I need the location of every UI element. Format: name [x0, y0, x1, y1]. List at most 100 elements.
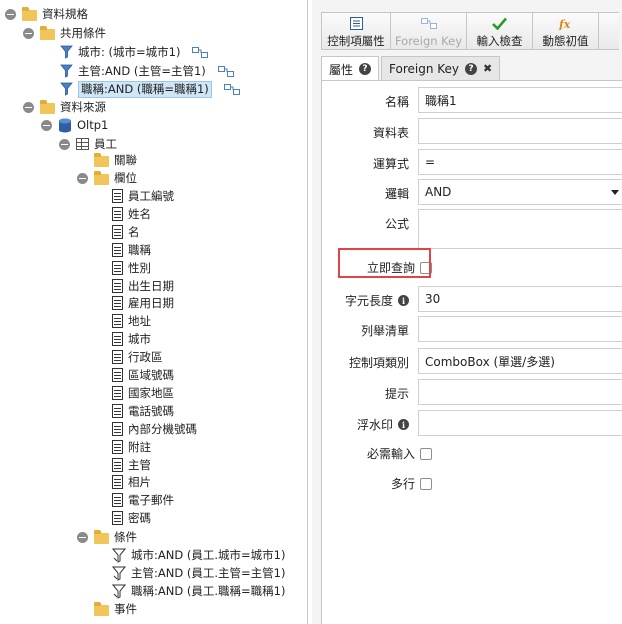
chevron-down-icon	[611, 190, 619, 195]
operator-field[interactable]: =	[418, 149, 622, 175]
tree-node-data-source[interactable]: 資料來源	[23, 98, 106, 116]
hint-field[interactable]	[418, 379, 622, 405]
multiline-checkbox[interactable]	[420, 477, 432, 490]
tree-node-field[interactable]: 姓名	[112, 205, 151, 223]
link-icon	[420, 16, 437, 31]
tree-node-field[interactable]: 電子郵件	[112, 491, 174, 509]
help-icon[interactable]: ?	[465, 62, 478, 75]
field-icon	[112, 224, 123, 239]
tree-node-field[interactable]: 城市	[112, 330, 151, 348]
tree-node-label: 資料規格	[42, 7, 88, 21]
tree-node-table-condition[interactable]: 主管:AND (員工.主管=主管1)	[112, 564, 285, 582]
filter-icon	[60, 45, 73, 59]
collapse-toggle-icon[interactable]	[59, 138, 70, 150]
toolbar: 控制項屬性 Foreign Key 輸入檢查 fx 動態初值	[321, 12, 619, 50]
collapse-toggle-icon[interactable]	[23, 27, 34, 39]
collapse-toggle-icon[interactable]	[77, 531, 88, 543]
tree-node-field[interactable]: 密碼	[112, 509, 151, 527]
tree-node-field[interactable]: 雇用日期	[112, 294, 174, 312]
tree-node-field[interactable]: 行政區	[112, 348, 163, 366]
tree-node-field[interactable]: 出生日期	[112, 277, 174, 295]
tree-node-table-condition[interactable]: 職稱:AND (員工.職稱=職稱1)	[112, 582, 285, 600]
tree-node-fields[interactable]: 欄位	[77, 169, 137, 187]
folder-icon	[94, 601, 109, 616]
tab-properties[interactable]: 屬性 ?	[321, 56, 380, 81]
formula-field[interactable]	[418, 209, 622, 249]
info-icon[interactable]: i	[398, 295, 409, 306]
tree-node-field[interactable]: 相片	[112, 473, 151, 491]
tree-node-condition[interactable]: 城市: (城市=城市1)	[60, 43, 213, 61]
foreign-key-button[interactable]: Foreign Key	[391, 12, 467, 50]
tree-node-field[interactable]: 職稱	[112, 241, 151, 259]
tree-node-field[interactable]: 區域號碼	[112, 366, 174, 384]
tree-node-condition-selected[interactable]: 職稱:AND (職稱=職稱1)	[60, 80, 245, 98]
required-label: 必需輸入	[366, 447, 415, 461]
field-icon	[112, 242, 123, 257]
input-validation-button[interactable]: 輸入檢查	[467, 12, 533, 50]
tree-node-label: 欄位	[114, 171, 137, 185]
tree-node-field[interactable]: 主管	[112, 456, 151, 474]
tree-node-label: 職稱	[128, 242, 151, 257]
control-properties-button[interactable]: 控制項屬性	[321, 12, 391, 50]
watermark-field[interactable]	[418, 410, 622, 436]
help-icon[interactable]: ?	[359, 63, 372, 75]
tree-node-field[interactable]: 國家地區	[112, 384, 174, 402]
tree-node-field[interactable]: 性別	[112, 259, 151, 277]
filter-icon	[60, 64, 73, 78]
tab-foreign-key[interactable]: Foreign Key ? ✖	[381, 56, 501, 80]
collapse-toggle-icon[interactable]	[5, 8, 16, 20]
field-icon	[112, 368, 123, 382]
tree-node-label: 姓名	[128, 206, 151, 221]
field-icon	[112, 475, 123, 490]
properties-icon	[349, 16, 363, 30]
tab-strip: 屬性 ? Foreign Key ? ✖	[321, 56, 502, 81]
collapse-toggle-icon[interactable]	[77, 172, 88, 184]
table-field[interactable]	[418, 118, 622, 144]
name-field[interactable]: 職稱1	[418, 87, 622, 113]
tree-node-label: 出生日期	[128, 278, 174, 293]
tree-node-label: 城市:AND (員工.城市=城市1)	[131, 548, 286, 562]
tree-node-label: 內部分機號碼	[128, 421, 197, 436]
formula-label: 公式	[384, 217, 409, 231]
tree-node-field[interactable]: 附註	[112, 438, 151, 456]
tree-node-root[interactable]: 資料規格	[5, 5, 88, 23]
tree-node-label: 主管	[128, 457, 151, 472]
svg-text:fx: fx	[558, 18, 571, 30]
tree-node-conditions[interactable]: 條件	[77, 528, 137, 546]
tree-node-label: 行政區	[128, 350, 163, 365]
tree-node-label: 關聯	[114, 153, 137, 167]
logic-select[interactable]: AND	[418, 179, 622, 205]
tree-node-condition[interactable]: 主管:AND (主管=主管1)	[60, 62, 239, 80]
tree-panel: 資料規格 共用條件 城市: (城市=城市1) 主管:AND (主管=主管1) 職…	[0, 0, 308, 624]
tree-node-label: 密碼	[128, 511, 151, 526]
collapse-toggle-icon[interactable]	[41, 119, 52, 131]
tree-node-database[interactable]: Oltp1	[41, 116, 108, 134]
info-icon[interactable]: i	[398, 419, 409, 430]
tree-node-field[interactable]: 地址	[112, 312, 151, 330]
tree-node-relations[interactable]: 關聯	[94, 151, 137, 169]
tree-node-label: 附註	[128, 439, 151, 454]
tree-node-field[interactable]: 內部分機號碼	[112, 420, 197, 438]
dynamic-default-button[interactable]: fx 動態初值	[533, 12, 599, 50]
tree-node-label: 共用條件	[60, 26, 106, 40]
list-label: 列舉清單	[360, 324, 409, 338]
field-icon	[112, 403, 123, 418]
char-length-field[interactable]: 30	[418, 286, 622, 312]
tree-node-field[interactable]: 員工編號	[112, 187, 174, 205]
close-icon[interactable]: ✖	[483, 62, 492, 75]
tree-node-table-condition[interactable]: 城市:AND (員工.城市=城市1)	[112, 546, 285, 564]
tree-node-label: 電話號碼	[128, 403, 174, 418]
control-type-field[interactable]: ComboBox (單選/多選)	[418, 348, 622, 374]
collapse-toggle-icon[interactable]	[23, 101, 34, 113]
tree-node-field[interactable]: 名	[112, 223, 140, 241]
required-checkbox[interactable]	[420, 447, 432, 460]
tree-node-label: 地址	[128, 314, 151, 329]
tree-node-label: 條件	[114, 530, 137, 544]
field-icon	[112, 457, 123, 472]
list-field[interactable]	[418, 316, 622, 342]
condition-filter-icon	[112, 566, 126, 581]
tree-node-shared-conditions[interactable]: 共用條件	[23, 24, 106, 42]
tree-node-events[interactable]: 事件	[94, 600, 137, 618]
tree-node-label: 區域號碼	[128, 368, 174, 382]
tree-node-field[interactable]: 電話號碼	[112, 402, 174, 420]
